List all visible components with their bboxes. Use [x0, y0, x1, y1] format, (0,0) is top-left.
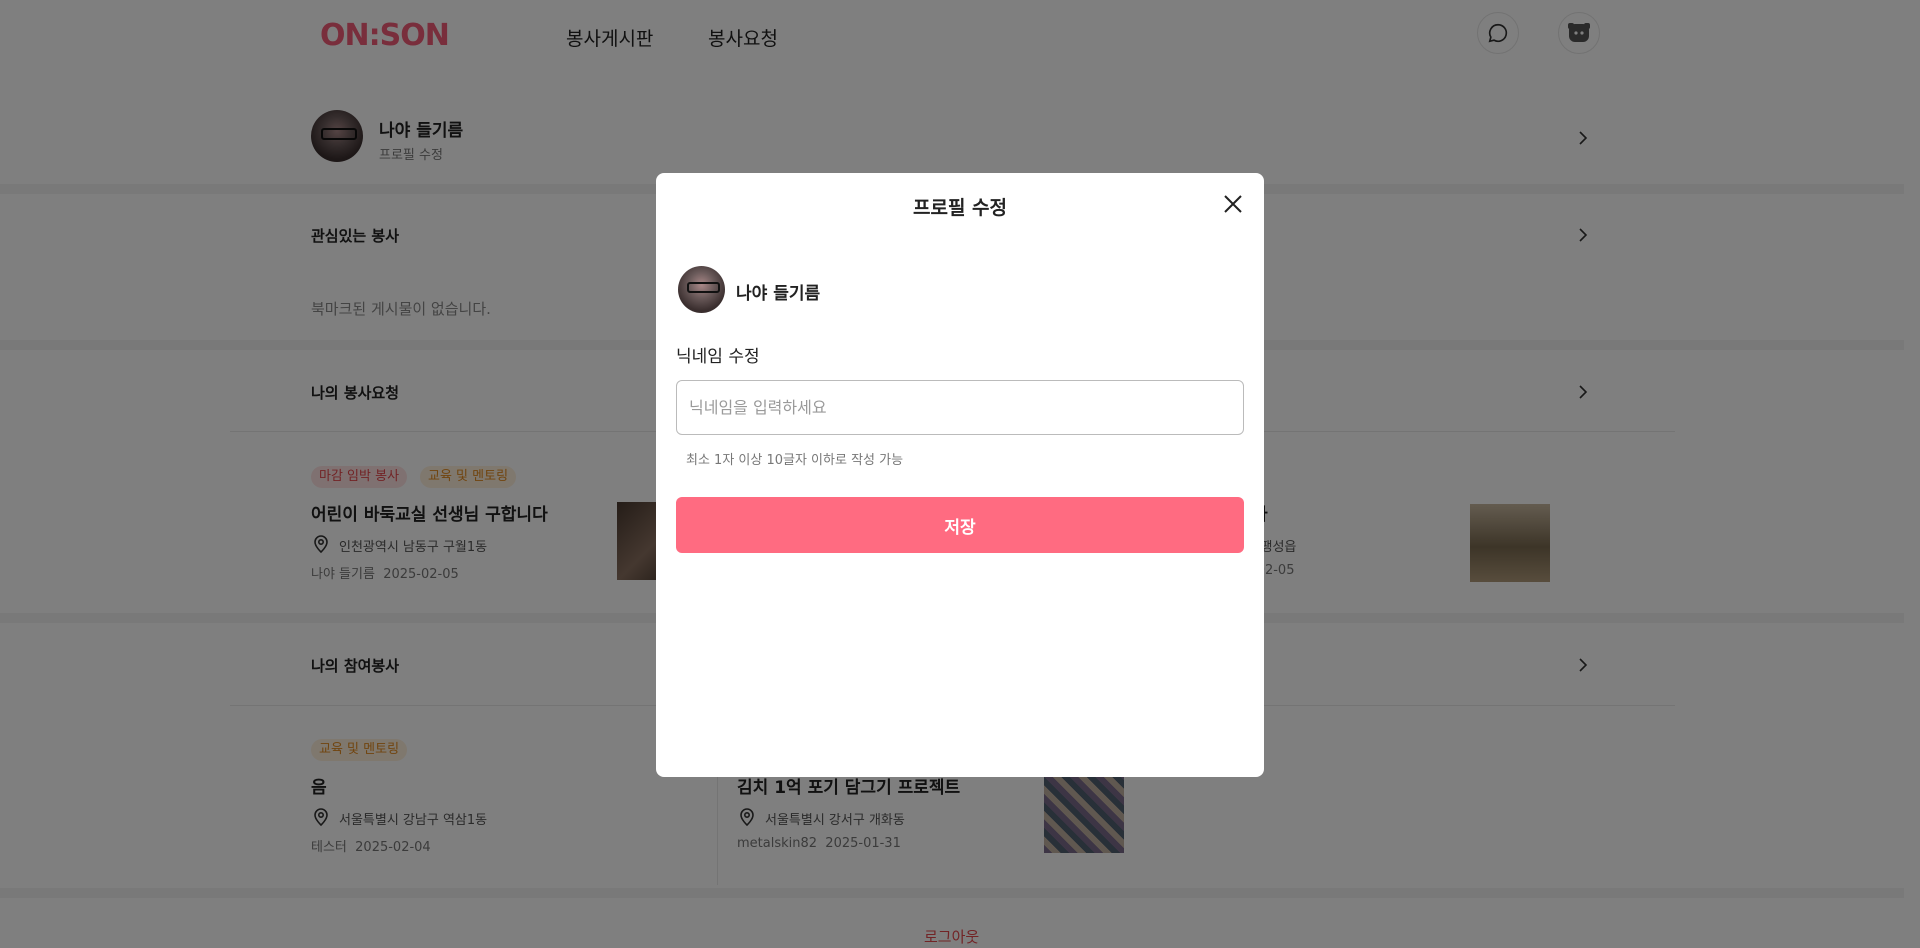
nickname-input[interactable] — [676, 380, 1244, 435]
save-button[interactable]: 저장 — [676, 497, 1244, 553]
profile-edit-modal: 프로필 수정 나야 들기름 닉네임 수정 최소 1자 이상 10글자 이하로 작… — [656, 173, 1264, 777]
close-icon[interactable] — [1221, 192, 1245, 216]
modal-title: 프로필 수정 — [912, 197, 1007, 219]
avatar[interactable] — [678, 266, 725, 313]
nickname-hint: 최소 1자 이상 10글자 이하로 작성 가능 — [686, 453, 904, 468]
nickname-label: 닉네임 수정 — [676, 347, 760, 367]
modal-profile-name: 나야 들기름 — [736, 284, 821, 304]
